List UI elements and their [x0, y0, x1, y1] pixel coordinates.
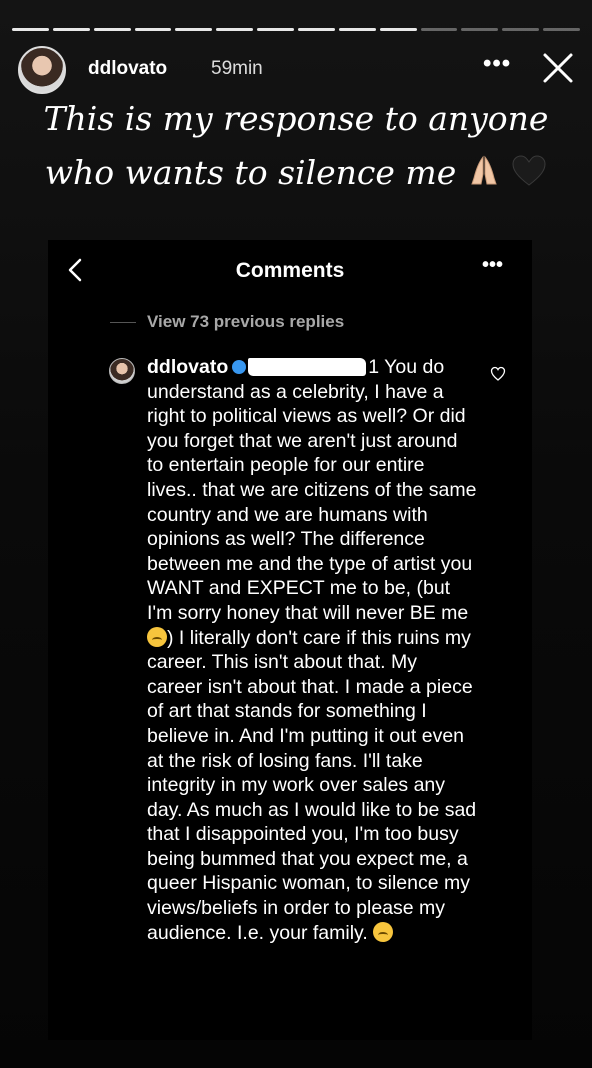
- progress-segment: [12, 28, 49, 31]
- progress-segment: [338, 28, 376, 31]
- avatar[interactable]: [18, 46, 66, 94]
- progress-segment: [420, 28, 458, 31]
- page-title: Comments: [235, 259, 345, 282]
- progress-segment: [543, 28, 581, 31]
- more-options-icon[interactable]: •••: [483, 50, 511, 78]
- more-options-icon[interactable]: •••: [482, 254, 503, 277]
- progress-segment: [216, 28, 254, 31]
- like-heart-icon[interactable]: [490, 366, 506, 382]
- progress-segment: [257, 28, 295, 31]
- progress-segment: [134, 28, 172, 31]
- pray-hands-icon: [471, 155, 497, 185]
- comment-body: ddlovato 1 You do understand as a celebri…: [147, 355, 477, 945]
- view-previous-replies-link[interactable]: View 73 previous replies: [147, 312, 344, 332]
- black-heart-icon: [512, 155, 546, 186]
- story-viewer: ddlovato 59min ••• This is my response t…: [0, 0, 592, 1068]
- progress-segment: [175, 28, 213, 31]
- story-progress-bar: [12, 28, 581, 31]
- comment-avatar[interactable]: [109, 358, 135, 384]
- story-timestamp: 59min: [211, 58, 263, 79]
- comment-text-part1: do understand as a celebrity, I have a r…: [147, 356, 477, 624]
- progress-segment: [93, 28, 131, 31]
- progress-segment: [379, 28, 417, 31]
- close-icon[interactable]: [540, 50, 576, 86]
- frowning-face-emoji-icon: [373, 921, 394, 942]
- story-header: ddlovato 59min •••: [18, 44, 574, 96]
- progress-segment: [52, 28, 90, 31]
- progress-segment: [461, 28, 499, 31]
- divider: [110, 322, 136, 323]
- tears-of-joy-emoji-icon: [147, 626, 167, 647]
- verified-badge-icon: [232, 360, 247, 374]
- comment-username[interactable]: ddlovato: [147, 356, 228, 378]
- comment-line1-tail: 1 You: [368, 356, 418, 378]
- story-username[interactable]: ddlovato: [88, 58, 167, 80]
- progress-segment: [298, 28, 335, 31]
- comments-screenshot: Comments ••• View 73 previous replies dd…: [48, 240, 532, 1040]
- story-caption: This is my response to anyone who wants …: [10, 92, 582, 200]
- comments-header: Comments •••: [48, 240, 532, 300]
- progress-segment: [502, 28, 540, 31]
- redacted-mention: [248, 358, 367, 376]
- comment-text-part2: ) I literally don't care if this ruins m…: [147, 626, 477, 944]
